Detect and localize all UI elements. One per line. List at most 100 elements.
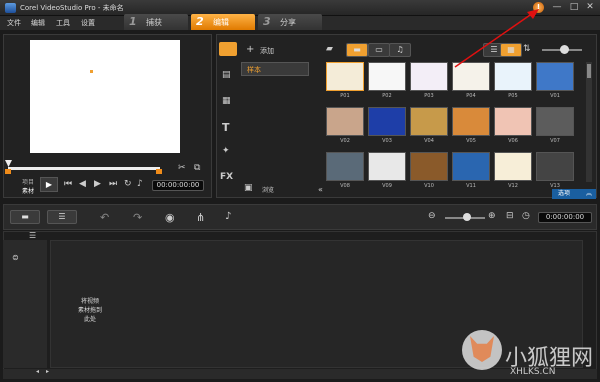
expand-icon: ︽ [585, 190, 592, 197]
library-thumbnail[interactable]: V10 [410, 152, 448, 187]
volume-icon[interactable]: ♪ [137, 179, 143, 189]
clock-icon[interactable]: ◷ [522, 211, 530, 221]
thumbnail-label: V10 [424, 183, 434, 187]
menu-settings[interactable]: 设置 [81, 18, 95, 28]
step-number: 1 [129, 15, 137, 28]
thumbnail-label: V07 [550, 138, 560, 144]
trim-start-handle[interactable] [5, 169, 11, 174]
menu-edit[interactable]: 编辑 [31, 18, 45, 28]
step-number: 3 [263, 15, 271, 28]
options-button[interactable]: 选项 ︽ [552, 189, 596, 199]
thumbnail-image [494, 107, 532, 136]
video-track-icon[interactable]: ⊜ [12, 253, 19, 262]
scroll-right-icon[interactable]: ▸ [46, 368, 49, 375]
thumbnail-image [326, 152, 364, 181]
browse-button[interactable]: 浏览 [262, 185, 274, 194]
library-thumbnail[interactable]: V04 [410, 107, 448, 149]
instant-project-icon[interactable]: ▤ [222, 70, 231, 80]
zoom-in-icon[interactable]: ⊕ [488, 211, 496, 221]
tab-edit[interactable]: 2 编辑 [191, 14, 255, 30]
tab-share[interactable]: 3 分享 [258, 14, 322, 30]
zoom-icon[interactable]: ⧉ [194, 163, 200, 173]
prev-frame-icon[interactable]: ◀ [79, 179, 86, 189]
thumbnail-label: V04 [424, 138, 434, 144]
library-thumbnail[interactable]: V07 [536, 107, 574, 149]
collapse-arrow-icon[interactable]: « [318, 185, 323, 194]
next-frame-icon[interactable]: ▶ [94, 179, 101, 189]
transition-icon[interactable]: ▦ [222, 96, 231, 106]
auto-music-icon[interactable]: ♪ [225, 211, 231, 222]
library-thumbnail[interactable]: V02 [326, 107, 364, 149]
add-folder-button[interactable]: 添加 [260, 46, 274, 56]
show-video-button[interactable]: ▬ [346, 43, 368, 57]
preview-timecode[interactable]: 00:00:00:00 [152, 180, 204, 191]
thumbnail-image [536, 107, 574, 136]
library-scrollbar[interactable] [586, 62, 592, 182]
thumbnail-image [410, 152, 448, 181]
track-manager-icon[interactable]: ☰ [29, 231, 36, 240]
add-icon[interactable]: + [246, 44, 254, 55]
title-icon[interactable]: T [222, 121, 230, 134]
menu-tools[interactable]: 工具 [56, 18, 70, 28]
library-thumbnail[interactable]: P01 [326, 62, 364, 104]
show-photo-button[interactable]: ▭ [368, 43, 390, 57]
folder-icon[interactable]: ▰ [326, 44, 333, 54]
thumbnail-label: V05 [466, 138, 476, 144]
track-header [3, 240, 47, 368]
step-label: 分享 [280, 18, 296, 27]
thumbnail-image [368, 62, 406, 91]
minimize-button[interactable]: — [549, 1, 565, 14]
play-button[interactable]: ▶ [40, 177, 58, 192]
thumbnail-grid: P01 P02 P03 P04 P05 V01 V02 V03 V04 V05 V06 V07 V08 V… [326, 62, 586, 187]
app-logo-icon [5, 3, 16, 13]
library-thumbnail[interactable]: V08 [326, 152, 364, 187]
thumbnail-label: V06 [508, 138, 518, 144]
fit-project-icon[interactable]: ⊟ [506, 211, 514, 221]
maximize-button[interactable]: □ [566, 1, 582, 14]
step-label: 编辑 [213, 18, 229, 27]
timeline-timecode[interactable]: 0:00:00:00 [538, 212, 592, 223]
filter-icon[interactable]: FX [220, 172, 233, 182]
tab-capture[interactable]: 1 捕获 [124, 14, 188, 30]
browse-icon[interactable]: ▣ [244, 183, 253, 193]
library-thumbnail[interactable]: P02 [368, 62, 406, 104]
close-button[interactable]: ✕ [582, 1, 598, 14]
home-icon[interactable]: ⏮ [64, 179, 72, 189]
end-icon[interactable]: ⏭ [109, 179, 117, 189]
undo-icon[interactable]: ↶ [100, 211, 109, 224]
record-capture-icon[interactable]: ◉ [165, 211, 175, 224]
library-thumbnail[interactable]: V09 [368, 152, 406, 187]
library-thumbnail[interactable]: V06 [494, 107, 532, 149]
timeline-view-button[interactable]: ☰ [47, 210, 77, 224]
library-thumbnail[interactable]: V11 [452, 152, 490, 187]
library-thumbnail[interactable]: V05 [452, 107, 490, 149]
menu-file[interactable]: 文件 [7, 18, 21, 28]
repeat-icon[interactable]: ↻ [124, 179, 132, 189]
show-audio-button[interactable]: ♫ [389, 43, 411, 57]
media-icon[interactable] [219, 42, 237, 56]
redo-icon[interactable]: ↷ [133, 211, 142, 224]
thumbnail-label: P04 [466, 93, 476, 99]
library-thumbnail[interactable]: V03 [368, 107, 406, 149]
audio-mixer-icon[interactable]: ⋔ [196, 211, 205, 224]
storyboard-view-button[interactable]: ▬ [10, 210, 40, 224]
zoom-out-icon[interactable]: ⊖ [428, 211, 436, 221]
video-track-dropzone[interactable] [50, 240, 583, 368]
thumbnail-label: V03 [382, 138, 392, 144]
trim-end-handle[interactable] [156, 169, 162, 174]
library-thumbnail[interactable]: V13 [536, 152, 574, 187]
scrubber-track[interactable] [8, 167, 160, 170]
scroll-left-icon[interactable]: ◂ [36, 368, 39, 375]
cut-icon[interactable]: ✂ [178, 163, 186, 173]
library-thumbnail[interactable]: V12 [494, 152, 532, 187]
graphic-icon[interactable]: ✦ [222, 146, 230, 156]
library-thumbnail[interactable]: P03 [410, 62, 448, 104]
thumbnail-label: V12 [508, 183, 518, 187]
library-category[interactable]: 样本 [241, 62, 309, 76]
step-number: 2 [196, 15, 204, 28]
clip-label[interactable]: 素材 [22, 186, 34, 195]
zoom-slider-handle[interactable] [463, 213, 471, 221]
thumb-size-handle[interactable] [560, 45, 569, 54]
project-label[interactable]: 项目 [22, 177, 34, 186]
library-scrollbar-thumb[interactable] [587, 64, 591, 78]
